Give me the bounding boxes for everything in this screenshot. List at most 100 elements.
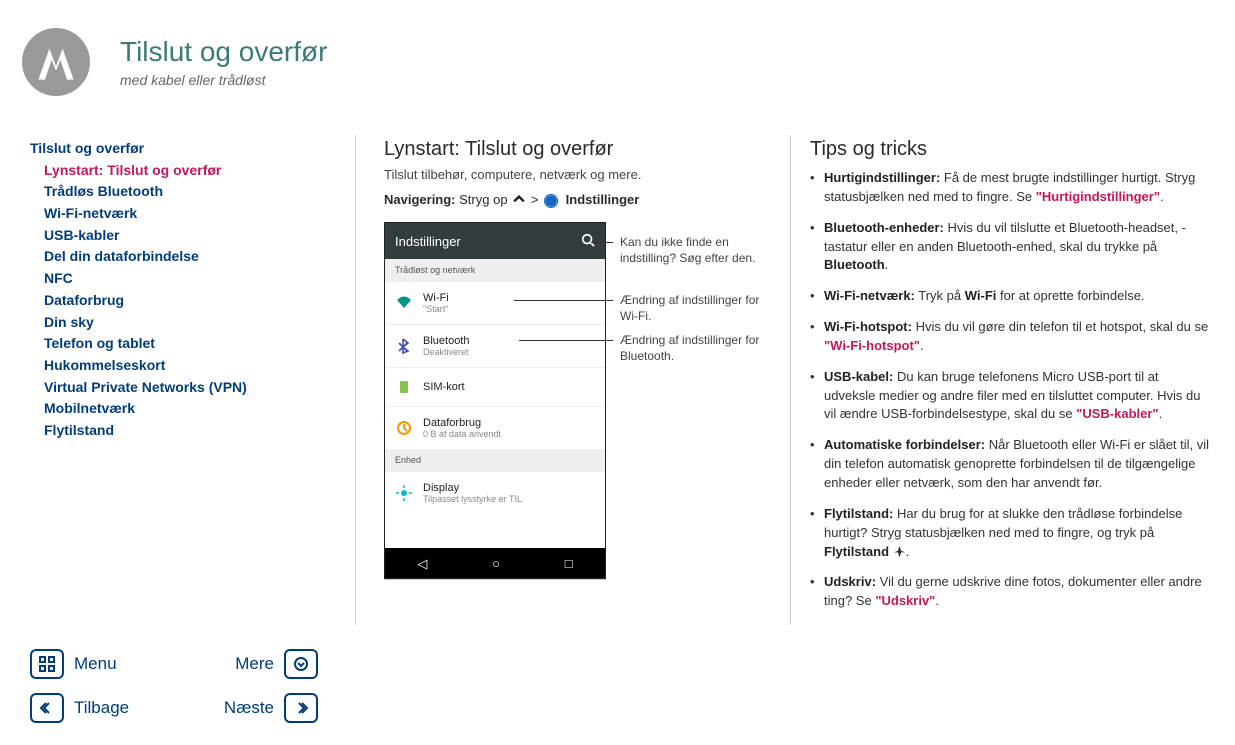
main-column: Lynstart: Tilslut og overfør Tilslut til…: [384, 138, 764, 579]
tip-bold: Flytilstand:: [824, 506, 893, 521]
nav-text: Stryg op: [459, 192, 507, 207]
chevron-left-icon: [30, 693, 64, 723]
sidebar-item[interactable]: Telefon og tablet: [44, 333, 330, 355]
callout-search: Kan du ikke finde en indstilling? Søg ef…: [620, 234, 780, 266]
display-icon: [395, 484, 413, 502]
sidebar-item[interactable]: NFC: [44, 268, 330, 290]
tip-item: Wi-Fi-netværk: Tryk på Wi-Fi for at opre…: [810, 287, 1210, 306]
phone-softkeys: ◁ ○ □: [385, 548, 605, 578]
more-label: Mere: [214, 654, 274, 674]
tip-item: USB-kabel: Du kan bruge telefonens Micro…: [810, 368, 1210, 425]
nav-settings: Indstillinger: [566, 192, 640, 207]
tip-item: Hurtigindstillinger: Få de mest brugte i…: [810, 169, 1210, 207]
tip-bold-inline: Bluetooth: [824, 257, 885, 272]
tip-link[interactable]: "Hurtigindstillinger": [1036, 189, 1160, 204]
grid-icon: [30, 649, 64, 679]
tip-bold: Automatiske forbindelser:: [824, 437, 985, 452]
phone-mockup: Indstillinger Trådløst og netværk Wi-Fi"…: [384, 222, 606, 579]
callout-wifi: Ændring af indstillinger for Wi-Fi.: [620, 292, 780, 324]
tip-item: Wi-Fi-hotspot: Hvis du vil gøre din tele…: [810, 318, 1210, 356]
sidebar-section-title[interactable]: Tilslut og overfør: [30, 138, 330, 160]
tips-column: Tips og tricks Hurtigindstillinger: Få d…: [810, 138, 1210, 623]
tip-bold: Wi-Fi-netværk:: [824, 288, 915, 303]
settings-row-sub: 0 B af data anvendt: [423, 429, 501, 439]
callout-leader: [514, 300, 613, 301]
tip-bold: Hurtigindstillinger:: [824, 170, 940, 185]
settings-row-sub: Deaktiveret: [423, 347, 469, 357]
column-divider: [355, 135, 356, 625]
tip-bold: USB-kabel:: [824, 369, 893, 384]
main-heading: Lynstart: Tilslut og overfør: [384, 138, 764, 161]
back-button[interactable]: Tilbage: [30, 693, 134, 723]
sidebar-item[interactable]: USB-kabler: [44, 225, 330, 247]
column-divider: [790, 135, 791, 625]
next-label: Næste: [214, 698, 274, 718]
settings-row[interactable]: Wi-Fi"Start": [385, 281, 605, 324]
back-softkey-icon[interactable]: ◁: [417, 557, 427, 570]
settings-row-title: Wi-Fi: [423, 292, 449, 304]
home-softkey-icon[interactable]: ○: [492, 557, 500, 570]
settings-row-title: SIM-kort: [423, 381, 465, 393]
chevron-right-icon: [284, 693, 318, 723]
tip-bold: Wi-Fi-hotspot:: [824, 319, 912, 334]
sidebar-nav: Tilslut og overfør Lynstart: Tilslut og …: [30, 138, 330, 442]
bluetooth-icon: [395, 337, 413, 355]
tip-item: Udskriv: Vil du gerne udskrive dine foto…: [810, 573, 1210, 611]
page-subtitle: med kabel eller trådløst: [120, 72, 327, 88]
settings-row-title: Bluetooth: [423, 335, 469, 347]
settings-row[interactable]: BluetoothDeaktiveret: [385, 324, 605, 367]
tip-item: Automatiske forbindelser: Når Bluetooth …: [810, 436, 1210, 493]
sidebar-item[interactable]: Trådløs Bluetooth: [44, 181, 330, 203]
menu-button[interactable]: Menu: [30, 649, 134, 679]
callout-bluetooth: Ændring af indstillinger for Bluetooth.: [620, 332, 780, 364]
page-title: Tilslut og overfør: [120, 36, 327, 68]
callout-leader: [519, 340, 613, 341]
tip-bold: Bluetooth-enheder:: [824, 220, 944, 235]
settings-icon: [544, 194, 558, 208]
tip-item: Bluetooth-enheder: Hvis du vil tilslutte…: [810, 219, 1210, 276]
settings-row[interactable]: DisplayTilpasset lysstyrke er TIL: [385, 471, 605, 514]
tip-item: Flytilstand: Har du brug for at slukke d…: [810, 505, 1210, 562]
chevron-up-icon: [513, 193, 525, 208]
wifi-icon: [395, 294, 413, 312]
phone-section-header: Trådløst og netværk: [385, 259, 605, 281]
main-lead: Tilslut tilbehør, computere, netværk og …: [384, 167, 764, 182]
more-button[interactable]: Mere: [214, 649, 318, 679]
sidebar-item[interactable]: Din sky: [44, 312, 330, 334]
tip-bold: Udskriv:: [824, 574, 876, 589]
recent-softkey-icon[interactable]: □: [565, 557, 573, 570]
callout-leader: [591, 242, 613, 243]
circle-down-icon: [284, 649, 318, 679]
data-icon: [395, 419, 413, 437]
tip-link[interactable]: "Udskriv": [875, 593, 935, 608]
sidebar-item[interactable]: Dataforbrug: [44, 290, 330, 312]
sidebar-item[interactable]: Flytilstand: [44, 420, 330, 442]
motorola-logo-icon: [22, 28, 90, 96]
settings-row-title: Display: [423, 482, 522, 494]
sidebar-item[interactable]: Mobilnetværk: [44, 398, 330, 420]
airplane-icon: [889, 544, 906, 559]
settings-row[interactable]: Dataforbrug0 B af data anvendt: [385, 406, 605, 449]
phone-section-header: Enhed: [385, 449, 605, 471]
menu-label: Menu: [74, 654, 134, 674]
tip-bold-inline: Wi-Fi: [965, 288, 997, 303]
next-button[interactable]: Næste: [214, 693, 318, 723]
bottom-nav: Menu Mere Tilbage Næste: [30, 649, 318, 723]
navigation-line: Navigering: Stryg op > Indstillinger: [384, 192, 764, 208]
nav-gt: >: [531, 192, 539, 207]
settings-row-sub: Tilpasset lysstyrke er TIL: [423, 494, 522, 504]
settings-row[interactable]: SIM-kort: [385, 367, 605, 406]
sidebar-item[interactable]: Del din dataforbindelse: [44, 246, 330, 268]
sidebar-item[interactable]: Hukommelseskort: [44, 355, 330, 377]
phone-header-title: Indstillinger: [395, 234, 461, 249]
sidebar-item[interactable]: Wi-Fi-netværk: [44, 203, 330, 225]
sidebar-item[interactable]: Virtual Private Networks (VPN): [44, 377, 330, 399]
tip-link[interactable]: "Wi-Fi-hotspot": [824, 338, 920, 353]
sim-icon: [395, 378, 413, 396]
sidebar-item[interactable]: Lynstart: Tilslut og overfør: [44, 160, 330, 182]
tip-link[interactable]: "USB-kabler": [1076, 406, 1158, 421]
search-icon[interactable]: [581, 233, 595, 250]
tips-heading: Tips og tricks: [810, 138, 1210, 161]
nav-label: Navigering:: [384, 192, 456, 207]
page-header: Tilslut og overfør med kabel eller trådl…: [22, 28, 327, 96]
